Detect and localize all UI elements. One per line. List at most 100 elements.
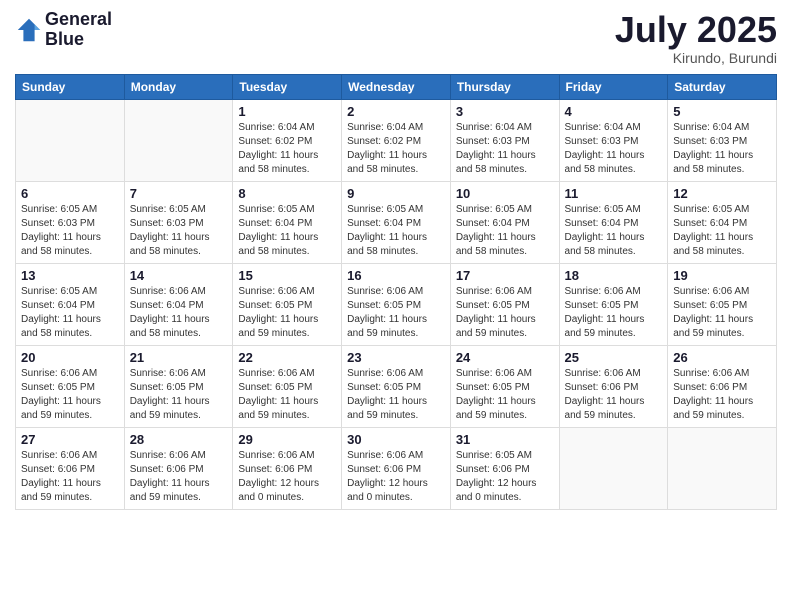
calendar-cell: 12Sunrise: 6:05 AMSunset: 6:04 PMDayligh… — [668, 181, 777, 263]
day-info: Sunrise: 6:05 AMSunset: 6:04 PMDaylight:… — [565, 203, 663, 259]
day-info: Sunrise: 6:06 AMSunset: 6:05 PMDaylight:… — [238, 367, 336, 423]
calendar-cell: 2 Sunrise: 6:04 AMSunset: 6:02 PMDaylight… — [342, 99, 451, 181]
calendar-cell: 6Sunrise: 6:05 AMSunset: 6:03 PMDaylight… — [16, 181, 125, 263]
day-number: 16 — [347, 268, 445, 283]
week-row: 13Sunrise: 6:05 AMSunset: 6:04 PMDayligh… — [16, 263, 777, 345]
day-number: 15 — [238, 268, 336, 283]
calendar-cell: 4Sunrise: 6:04 AMSunset: 6:03 PMDaylight… — [559, 99, 668, 181]
calendar-cell: 8 Sunrise: 6:05 AMSunset: 6:04 PMDaylight… — [233, 181, 342, 263]
day-info: Sunrise: 6:06 AMSunset: 6:06 PMDaylight:… — [21, 449, 119, 505]
calendar-cell: 18 Sunrise: 6:06 AMSunset: 6:05 PMDayligh… — [559, 263, 668, 345]
day-number: 10 — [456, 186, 554, 201]
day-number: 26 — [673, 350, 771, 365]
logo: General Blue — [15, 10, 112, 50]
page: General Blue July 2025 Kirundo, Burundi … — [0, 0, 792, 612]
day-info: Sunrise: 6:04 AMSunset: 6:02 PMDaylight:… — [347, 121, 445, 177]
weekday-header: Saturday — [668, 74, 777, 99]
day-info: Sunrise: 6:04 AMSunset: 6:03 PMDaylight:… — [565, 121, 663, 177]
location: Kirundo, Burundi — [615, 50, 777, 66]
calendar-cell: 31 Sunrise: 6:05 AMSunset: 6:06 PMDayligh… — [450, 427, 559, 509]
calendar-cell — [559, 427, 668, 509]
day-number: 25 — [565, 350, 663, 365]
calendar-cell: 26 Sunrise: 6:06 AMSunset: 6:06 PMDayligh… — [668, 345, 777, 427]
day-info: Sunrise: 6:04 AMSunset: 6:02 PMDaylight:… — [238, 121, 336, 177]
day-info: Sunrise: 6:05 AMSunset: 6:03 PMDaylight:… — [21, 203, 119, 259]
day-info: Sunrise: 6:06 AMSunset: 6:05 PMDaylight:… — [456, 367, 554, 423]
day-number: 19 — [673, 268, 771, 283]
day-info: Sunrise: 6:06 AMSunset: 6:06 PMDaylight:… — [565, 367, 663, 423]
day-info: Sunrise: 6:06 AMSunset: 6:05 PMDaylight:… — [347, 367, 445, 423]
week-row: 6Sunrise: 6:05 AMSunset: 6:03 PMDaylight… — [16, 181, 777, 263]
day-number: 20 — [21, 350, 119, 365]
weekday-header: Sunday — [16, 74, 125, 99]
calendar-cell: 20 Sunrise: 6:06 AMSunset: 6:05 PMDayligh… — [16, 345, 125, 427]
day-info: Sunrise: 6:06 AMSunset: 6:05 PMDaylight:… — [347, 285, 445, 341]
calendar-cell: 3 Sunrise: 6:04 AMSunset: 6:03 PMDaylight… — [450, 99, 559, 181]
day-number: 3 — [456, 104, 554, 119]
day-number: 27 — [21, 432, 119, 447]
day-info: Sunrise: 6:04 AMSunset: 6:03 PMDaylight:… — [673, 121, 771, 177]
day-number: 11 — [565, 186, 663, 201]
weekday-header: Wednesday — [342, 74, 451, 99]
calendar-cell: 29 Sunrise: 6:06 AMSunset: 6:06 PMDayligh… — [233, 427, 342, 509]
calendar-cell: 25 Sunrise: 6:06 AMSunset: 6:06 PMDayligh… — [559, 345, 668, 427]
day-info: Sunrise: 6:05 AMSunset: 6:04 PMDaylight:… — [238, 203, 336, 259]
calendar-cell: 15 Sunrise: 6:06 AMSunset: 6:05 PMDayligh… — [233, 263, 342, 345]
calendar-cell — [668, 427, 777, 509]
calendar-cell: 10 Sunrise: 6:05 AMSunset: 6:04 PMDayligh… — [450, 181, 559, 263]
day-info: Sunrise: 6:06 AMSunset: 6:04 PMDaylight:… — [130, 285, 228, 341]
day-info: Sunrise: 6:06 AMSunset: 6:05 PMDaylight:… — [21, 367, 119, 423]
calendar-table: SundayMondayTuesdayWednesdayThursdayFrid… — [15, 74, 777, 510]
day-info: Sunrise: 6:04 AMSunset: 6:03 PMDaylight:… — [456, 121, 554, 177]
day-info: Sunrise: 6:06 AMSunset: 6:05 PMDaylight:… — [673, 285, 771, 341]
calendar-cell: 17Sunrise: 6:06 AMSunset: 6:05 PMDayligh… — [450, 263, 559, 345]
day-info: Sunrise: 6:06 AMSunset: 6:06 PMDaylight:… — [238, 449, 336, 505]
day-number: 18 — [565, 268, 663, 283]
logo-text: General Blue — [45, 10, 112, 50]
day-number: 22 — [238, 350, 336, 365]
calendar-cell: 13Sunrise: 6:05 AMSunset: 6:04 PMDayligh… — [16, 263, 125, 345]
title-block: July 2025 Kirundo, Burundi — [615, 10, 777, 66]
day-info: Sunrise: 6:05 AMSunset: 6:06 PMDaylight:… — [456, 449, 554, 505]
day-info: Sunrise: 6:06 AMSunset: 6:06 PMDaylight:… — [673, 367, 771, 423]
logo-line1: General — [45, 10, 112, 30]
day-info: Sunrise: 6:06 AMSunset: 6:05 PMDaylight:… — [565, 285, 663, 341]
logo-line2: Blue — [45, 30, 112, 50]
calendar-cell: 14Sunrise: 6:06 AMSunset: 6:04 PMDayligh… — [124, 263, 233, 345]
month-title: July 2025 — [615, 10, 777, 50]
calendar-cell: 23 Sunrise: 6:06 AMSunset: 6:05 PMDayligh… — [342, 345, 451, 427]
weekday-header: Friday — [559, 74, 668, 99]
calendar-cell: 24Sunrise: 6:06 AMSunset: 6:05 PMDayligh… — [450, 345, 559, 427]
weekday-header: Monday — [124, 74, 233, 99]
calendar-cell: 1 Sunrise: 6:04 AMSunset: 6:02 PMDaylight… — [233, 99, 342, 181]
day-info: Sunrise: 6:06 AMSunset: 6:06 PMDaylight:… — [130, 449, 228, 505]
day-number: 23 — [347, 350, 445, 365]
header: General Blue July 2025 Kirundo, Burundi — [15, 10, 777, 66]
day-number: 31 — [456, 432, 554, 447]
week-row: 20 Sunrise: 6:06 AMSunset: 6:05 PMDayligh… — [16, 345, 777, 427]
calendar-cell: 7Sunrise: 6:05 AMSunset: 6:03 PMDaylight… — [124, 181, 233, 263]
calendar-cell: 27 Sunrise: 6:06 AMSunset: 6:06 PMDayligh… — [16, 427, 125, 509]
week-row: 1 Sunrise: 6:04 AMSunset: 6:02 PMDaylight… — [16, 99, 777, 181]
day-number: 30 — [347, 432, 445, 447]
day-info: Sunrise: 6:06 AMSunset: 6:06 PMDaylight:… — [347, 449, 445, 505]
day-number: 2 — [347, 104, 445, 119]
weekday-header: Thursday — [450, 74, 559, 99]
calendar-cell — [16, 99, 125, 181]
calendar-cell: 5Sunrise: 6:04 AMSunset: 6:03 PMDaylight… — [668, 99, 777, 181]
day-number: 8 — [238, 186, 336, 201]
week-row: 27 Sunrise: 6:06 AMSunset: 6:06 PMDayligh… — [16, 427, 777, 509]
day-info: Sunrise: 6:05 AMSunset: 6:04 PMDaylight:… — [456, 203, 554, 259]
calendar-cell: 30 Sunrise: 6:06 AMSunset: 6:06 PMDayligh… — [342, 427, 451, 509]
day-number: 1 — [238, 104, 336, 119]
day-number: 29 — [238, 432, 336, 447]
day-number: 9 — [347, 186, 445, 201]
calendar-cell: 28Sunrise: 6:06 AMSunset: 6:06 PMDayligh… — [124, 427, 233, 509]
weekday-header-row: SundayMondayTuesdayWednesdayThursdayFrid… — [16, 74, 777, 99]
calendar-cell: 21Sunrise: 6:06 AMSunset: 6:05 PMDayligh… — [124, 345, 233, 427]
logo-icon — [15, 16, 43, 44]
calendar-cell: 22 Sunrise: 6:06 AMSunset: 6:05 PMDayligh… — [233, 345, 342, 427]
calendar-cell: 11 Sunrise: 6:05 AMSunset: 6:04 PMDayligh… — [559, 181, 668, 263]
day-info: Sunrise: 6:06 AMSunset: 6:05 PMDaylight:… — [238, 285, 336, 341]
day-info: Sunrise: 6:06 AMSunset: 6:05 PMDaylight:… — [456, 285, 554, 341]
